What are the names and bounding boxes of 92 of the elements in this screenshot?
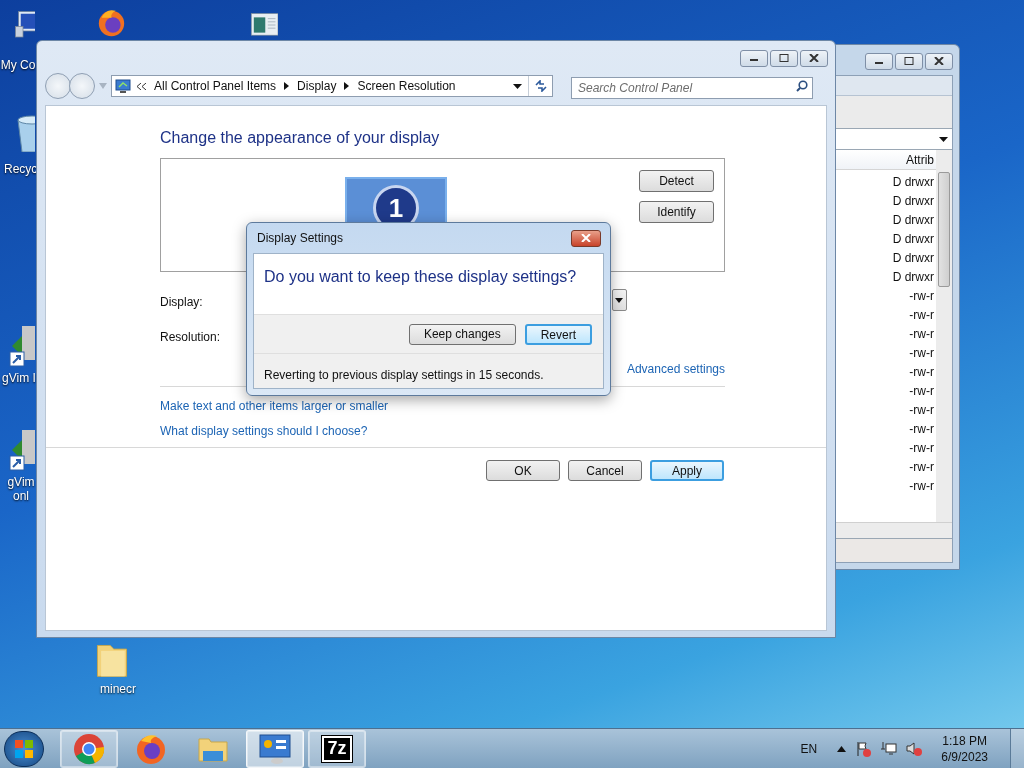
file-attribute-cell-text: -rw-r — [908, 364, 935, 381]
show-hidden-icons-icon[interactable] — [837, 745, 847, 752]
countdown-text: Reverting to previous display settings in 15 seconds. — [254, 354, 603, 388]
dropdown-arrow-icon — [513, 83, 522, 89]
archiver-logo: 7z — [322, 735, 352, 762]
desktop-icon-label: gVim onl — [6, 475, 36, 503]
page-heading: Change the appearance of your display — [160, 128, 441, 148]
minimize-button[interactable] — [740, 49, 768, 67]
breadcrumb-arrow-icon — [284, 82, 290, 90]
search-icon — [796, 80, 808, 92]
show-desktop-button[interactable] — [1010, 728, 1024, 768]
close-icon — [934, 57, 944, 65]
dropdown-arrow-icon — [939, 136, 948, 142]
dialog-question: Do you want to keep these display settings? — [264, 268, 577, 285]
chevron-icon — [137, 82, 146, 90]
breadcrumb-item[interactable]: Display — [295, 77, 339, 95]
minimize-button[interactable] — [865, 52, 893, 70]
search-field[interactable]: Search Control Panel — [571, 77, 813, 99]
maximize-button[interactable] — [895, 52, 923, 70]
file-attribute-cell-text: -rw-r — [908, 307, 935, 324]
file-attribute-cell-text: D drwxr — [891, 269, 935, 286]
horizontal-scrollbar[interactable] — [836, 522, 952, 538]
help-link[interactable]: Make text and other items larger or smaller — [160, 397, 389, 413]
taskbar-button[interactable] — [60, 729, 118, 768]
close-icon — [581, 234, 591, 242]
close-button[interactable] — [571, 229, 601, 247]
dialog-button[interactable]: Apply — [650, 460, 724, 481]
breadcrumb-arrow-icon — [344, 82, 350, 90]
address-bar[interactable]: All Control Panel Items Display Screen Resolution — [111, 75, 553, 97]
scrollbar-thumb[interactable] — [938, 172, 950, 287]
speaker-icon[interactable] — [906, 740, 923, 757]
taskbar-button[interactable] — [246, 729, 304, 768]
file-attribute-cell-text: D drwxr — [891, 193, 935, 210]
help-link[interactable]: What display settings should I choose? — [160, 422, 368, 438]
file-attribute-cell-text: D drwxr — [891, 231, 935, 248]
file-attribute-cell-text: D drwxr — [891, 212, 935, 229]
file-attribute-cell-text: -rw-r — [908, 326, 935, 343]
clock-time: 1:18 PM — [942, 732, 987, 749]
start-button[interactable] — [4, 730, 44, 767]
browser-icon[interactable] — [96, 8, 127, 39]
chrome-icon — [73, 732, 105, 765]
windows-logo-icon — [15, 739, 33, 758]
maximize-icon — [904, 57, 914, 65]
dialog-button[interactable]: Revert — [524, 323, 592, 345]
file-attribute-cell-text: -rw-r — [908, 345, 935, 362]
file-attribute-cell-text: D drwxr — [891, 250, 935, 267]
clock-date: 6/9/2023 — [941, 748, 988, 765]
window-icon[interactable] — [250, 11, 278, 39]
desktop-icon-label: My Co — [0, 58, 36, 72]
maximize-button[interactable] — [770, 49, 798, 67]
clock[interactable]: 1:18 PM 6/9/2023 — [941, 732, 988, 765]
file-attribute-cell-text: -rw-r — [908, 459, 935, 476]
computer-icon[interactable] — [14, 8, 35, 39]
taskbar-button[interactable]: 7z — [308, 729, 366, 768]
file-attribute-cell-text: -rw-r — [908, 421, 935, 438]
vertical-scrollbar[interactable] — [936, 150, 952, 522]
preview-button[interactable]: Identify — [639, 201, 714, 223]
maximize-icon — [779, 54, 789, 62]
file-attribute-cell-text: -rw-r — [908, 383, 935, 400]
preview-button[interactable]: Detect — [639, 170, 714, 192]
file-attribute-cell-text: -rw-r — [908, 440, 935, 457]
dialog-button[interactable]: OK — [486, 460, 560, 481]
dialog-button[interactable]: Cancel — [568, 460, 642, 481]
field-label: Resolution: — [160, 329, 221, 342]
desktop-icon-label: gVim I — [2, 371, 36, 385]
file-attribute-cell-text: -rw-r — [908, 402, 935, 419]
close-button[interactable] — [800, 49, 828, 67]
desktop-icon-label: Recyc — [4, 162, 36, 176]
refresh-icon — [533, 80, 548, 92]
control-panel-icon — [115, 78, 131, 94]
advanced-settings-link[interactable]: Advanced settings — [626, 360, 725, 378]
vim-shortcut-icon[interactable] — [8, 428, 35, 472]
dialog-title: Display Settings — [257, 230, 344, 247]
flag-icon[interactable] — [856, 740, 873, 757]
field-label: Display: — [160, 294, 203, 307]
file-attribute-cell-text: D drwxr — [891, 174, 935, 191]
breadcrumb-item[interactable]: Screen Resolution — [355, 77, 458, 95]
history-dropdown-icon — [99, 83, 107, 89]
close-button[interactable] — [925, 52, 953, 70]
dialog-button[interactable]: Keep changes — [408, 323, 516, 345]
network-icon[interactable] — [881, 740, 898, 757]
dropdown-arrow-icon — [615, 297, 623, 303]
close-icon — [809, 54, 819, 62]
vim-shortcut-icon[interactable] — [8, 324, 35, 368]
file-attribute-cell-text: -rw-r — [908, 288, 935, 305]
control-panel-icon — [259, 732, 291, 765]
language-indicator[interactable]: EN — [800, 739, 818, 758]
firefox-icon — [135, 732, 167, 765]
desktop-icon-label: minecr — [99, 682, 137, 696]
breadcrumb-item[interactable]: All Control Panel Items — [152, 77, 279, 95]
display-dropdown[interactable] — [612, 289, 627, 311]
file-attribute-cell-text: -rw-r — [908, 478, 935, 495]
